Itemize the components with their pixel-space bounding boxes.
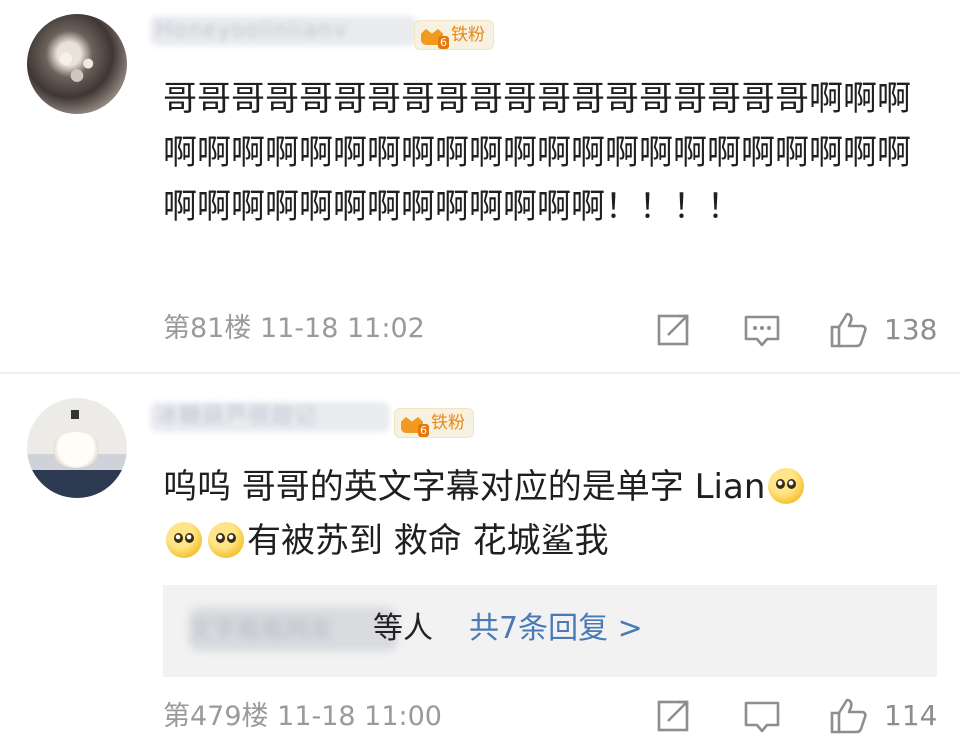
- reply-usernames: 文字瓶瓶网友: [189, 607, 397, 651]
- badge-level: 6: [418, 424, 429, 437]
- reply-etc: 等人: [373, 611, 433, 646]
- comment-text-part-1: 呜呜 哥哥的英文字幕对应的是单字 Lian: [163, 467, 766, 507]
- like-count: 138: [884, 313, 938, 346]
- crown-icon: 6: [419, 23, 449, 49]
- comment-meta: 第479楼 11-18 11:00: [163, 700, 442, 734]
- like-count: 114: [884, 699, 938, 732]
- timestamp: 11-18 11:02: [259, 313, 425, 344]
- pleading-face-icon: [166, 522, 202, 558]
- comment-text: 哥哥哥哥哥哥哥哥哥哥哥哥哥哥哥哥哥哥哥啊啊啊啊啊啊啊啊啊啊啊啊啊啊啊啊啊啊啊啊啊…: [163, 79, 911, 227]
- thumbs-up-icon[interactable]: [828, 310, 868, 350]
- comment-icon[interactable]: [742, 696, 782, 736]
- thumbs-up-icon[interactable]: [828, 696, 868, 736]
- crown-icon: 6: [399, 411, 429, 437]
- badge-label: 铁粉: [451, 25, 485, 45]
- comment-meta: 第81楼 11-18 11:02: [163, 312, 425, 346]
- floor-number: 第479楼: [163, 701, 269, 732]
- pleading-face-icon: [768, 468, 805, 504]
- timestamp: 11-18 11:00: [277, 701, 442, 732]
- avatar[interactable]: [27, 14, 127, 114]
- floor-number: 第81楼: [163, 313, 252, 344]
- comment-actions: 114: [640, 696, 940, 736]
- username[interactable]: Honeyoolinlianv: [150, 16, 417, 46]
- comment-81: Honeyoolinlianv 6 铁粉 哥哥哥哥哥哥哥哥哥哥哥哥哥哥哥哥哥哥哥…: [0, 0, 960, 372]
- share-icon[interactable]: [654, 696, 694, 736]
- comment-actions: 138: [640, 310, 940, 350]
- badge-level: 6: [438, 36, 449, 49]
- avatar[interactable]: [27, 398, 127, 498]
- username[interactable]: 冰糖葫芦很甜记: [150, 402, 390, 432]
- share-icon[interactable]: [654, 310, 694, 350]
- pleading-face-icon: [208, 522, 244, 558]
- view-replies-link[interactable]: 共7条回复 >: [469, 609, 643, 649]
- reply-summary[interactable]: 文字瓶瓶网友 等人 共7条回复 >: [163, 585, 937, 677]
- comment-text: 呜呜 哥哥的英文字幕对应的是单字 Lian 有被苏到 救命 花城鲨我: [163, 460, 923, 568]
- comment-text-part-2: 有被苏到 救命 花城鲨我: [247, 521, 609, 561]
- fan-badge[interactable]: 6 铁粉: [414, 20, 494, 50]
- badge-label: 铁粉: [431, 413, 465, 433]
- comment-icon[interactable]: [742, 310, 782, 350]
- fan-badge[interactable]: 6 铁粉: [394, 408, 474, 438]
